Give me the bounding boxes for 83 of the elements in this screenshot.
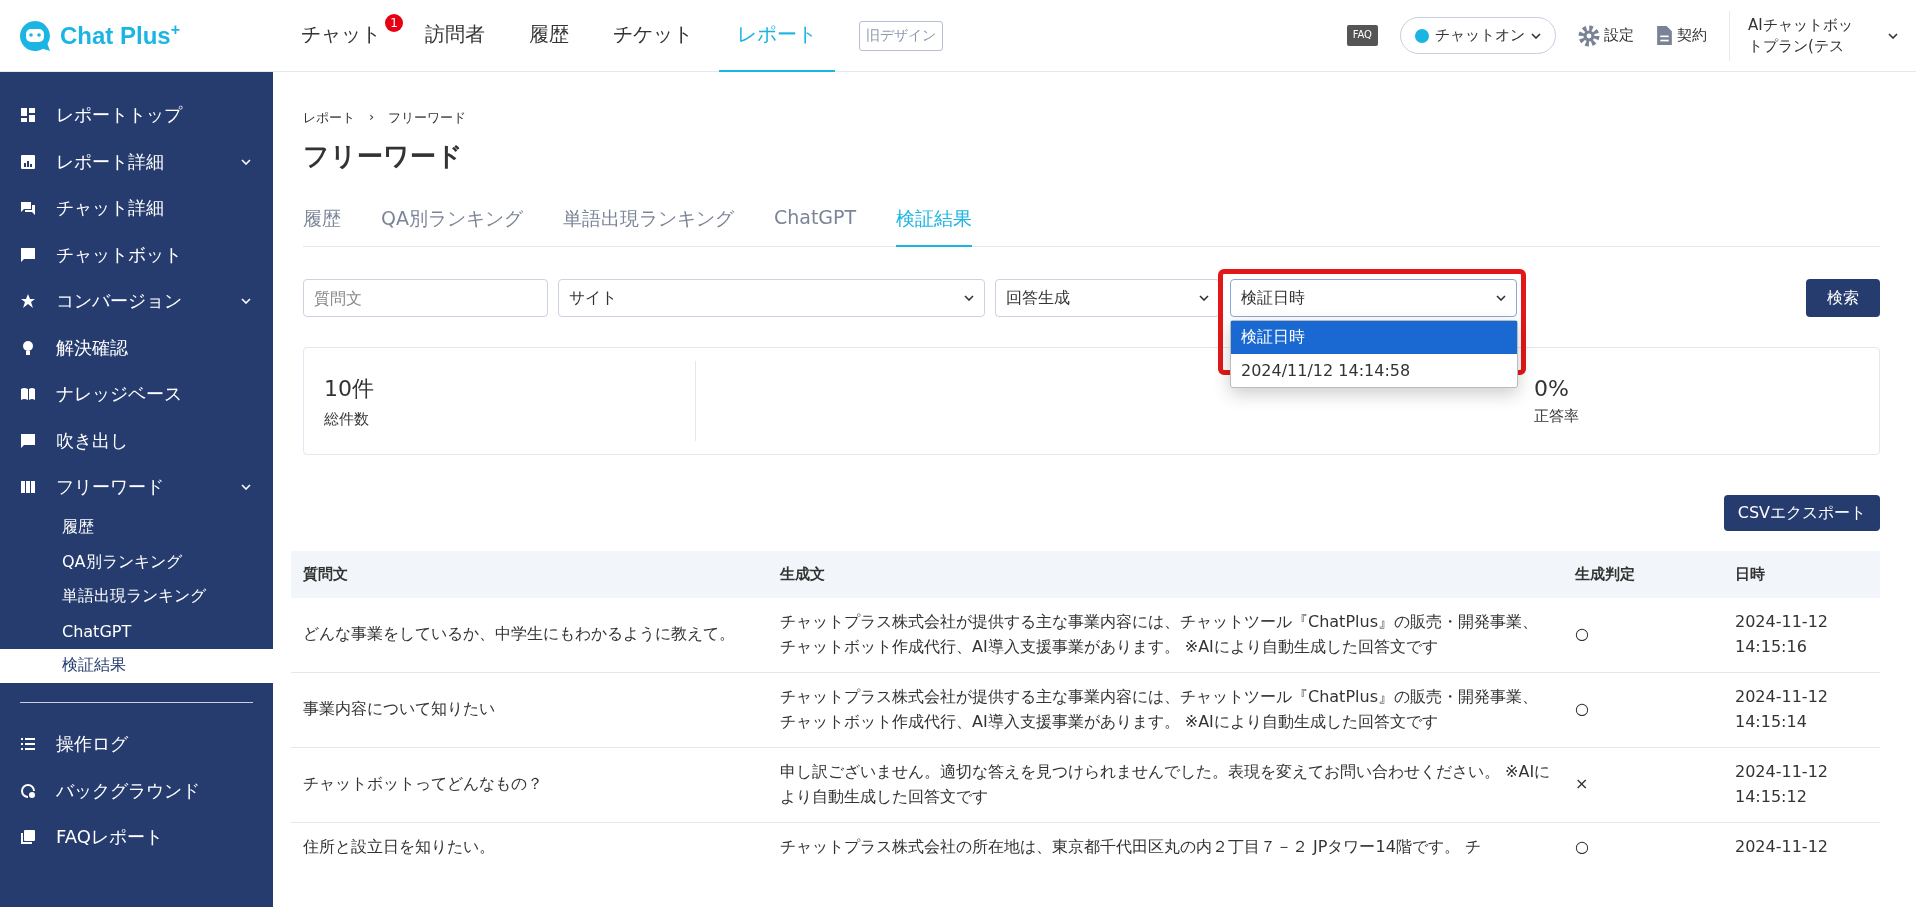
dropdown-option[interactable]: 検証日時: [1231, 321, 1517, 354]
csv-export-button[interactable]: CSVエクスポート: [1723, 495, 1880, 531]
table-cell: チャットプラス株式会社が提供する主な事業内容には、チャットツール『ChatPlus』の販売・開発事業、チャットボット作成代行、AI導入支援事業があります。 ※AIにより自動生成した回答文です: [768, 598, 1563, 673]
sidebar-item[interactable]: コンバージョン: [0, 278, 273, 325]
sidebar-item[interactable]: 解決確認: [0, 324, 273, 371]
settings-icon: [1578, 24, 1600, 47]
lightbulb-icon: [20, 339, 36, 356]
settings-button[interactable]: 設定: [1578, 24, 1634, 47]
chevron-down-icon: [1199, 295, 1209, 301]
sidebar-subitem[interactable]: ChatGPT: [0, 614, 273, 649]
search-button[interactable]: 検索: [1806, 279, 1880, 317]
table-cell: 2024-11-12 14:15:14: [1723, 672, 1880, 748]
table-cell: 2024-11-12 14:15:12: [1723, 747, 1880, 823]
select-dropdown[interactable]: サイト: [558, 279, 985, 317]
list-icon: [20, 736, 36, 753]
column-header: 生成文: [768, 551, 1563, 598]
contract-button[interactable]: 契約: [1656, 25, 1707, 46]
dashboard-icon: [20, 107, 36, 124]
table-cell: ○: [1563, 672, 1723, 748]
document-icon: [1656, 25, 1673, 46]
sidebar-subitem[interactable]: 単語出現ランキング: [0, 579, 273, 614]
tab[interactable]: 単語出現ランキング: [562, 200, 734, 247]
chevron-down-icon: [1888, 32, 1898, 39]
select-dropdown[interactable]: 検証日時: [1230, 279, 1517, 317]
table-cell-text: 2024-11-12: [1734, 835, 1829, 858]
question-input-field[interactable]: 質問文: [303, 279, 548, 317]
tab[interactable]: QA別ランキング: [381, 200, 523, 247]
sidebar-item[interactable]: レポート詳細: [0, 138, 273, 185]
sidebar-item[interactable]: チャット詳細: [0, 185, 273, 232]
logo-icon: [18, 18, 52, 53]
logo-text: Chat Plus$^{+}$: [60, 21, 181, 50]
sidebar-item[interactable]: フリーワード: [0, 464, 273, 511]
chart-icon: [20, 153, 36, 170]
star-icon: [20, 293, 36, 310]
table-cell: 事業内容について知りたい: [291, 672, 768, 748]
breadcrumb-link[interactable]: レポート: [303, 109, 355, 127]
stat-value: 0%: [1534, 376, 1570, 401]
sidebar-item[interactable]: レポートトップ: [0, 92, 273, 139]
stat-value: 10件: [324, 374, 375, 403]
stat-label: 正答率: [1534, 407, 1580, 426]
table-cell: チャットボットってどんなもの？: [291, 747, 768, 823]
sidebar-item[interactable]: バックグラウンド: [0, 767, 273, 814]
chevron-down-icon: [964, 295, 974, 301]
notification-badge: 1: [385, 13, 403, 32]
chevron-down-icon: [1496, 295, 1506, 301]
comment-icon: [20, 432, 36, 449]
chevron-down-icon: [1531, 32, 1541, 39]
page-title: フリーワード: [303, 140, 464, 173]
sidebar-subitem[interactable]: 検証結果: [0, 648, 273, 683]
sidebar-item[interactable]: 操作ログ: [0, 721, 273, 768]
tab[interactable]: ChatGPT: [773, 200, 857, 247]
sidebar-item[interactable]: ナレッジベース: [0, 371, 273, 418]
nav-tab[interactable]: 訪問者: [407, 0, 503, 72]
table-cell: チャットプラス株式会社が提供する主な事業内容には、チャットツール『ChatPlus』の販売・開発事業、チャットボット作成代行、AI導入支援事業があります。 ※AIにより自動生成した回答文です: [768, 672, 1563, 748]
faq-button[interactable]: FAQ: [1346, 25, 1378, 46]
table-cell-text: チャットプラス株式会社の所在地は、東京都千代田区丸の内２丁目７－２ JPタワー14階です。 チ: [779, 835, 1482, 858]
column-header: 質問文: [291, 551, 768, 598]
chat-bubbles-icon: [20, 200, 36, 217]
sidebar-item[interactable]: チャットボット: [0, 231, 273, 278]
account-menu[interactable]: AIチャットボットプラン(テス: [1729, 10, 1898, 61]
table-cell: 2024-11-12 14:15:16: [1723, 598, 1880, 673]
message-icon: [20, 246, 36, 263]
breadcrumb-link[interactable]: フリーワード: [388, 109, 467, 127]
table-cell: どんな事業をしているか、中学生にもわかるように教えて。: [291, 598, 768, 673]
sidebar-subitem[interactable]: 履歴: [0, 510, 273, 545]
stat-label: 総件数: [324, 409, 370, 429]
document-icon: [20, 829, 36, 846]
tab[interactable]: 履歴: [303, 200, 341, 247]
table-cell: ○: [1563, 598, 1723, 673]
nav-tab[interactable]: 履歴: [511, 0, 587, 72]
breadcrumb-separator: ›: [369, 109, 375, 126]
sidebar-item[interactable]: FAQレポート: [0, 814, 273, 861]
nav-tab[interactable]: チケット: [595, 0, 711, 72]
table-cell: ×: [1563, 747, 1723, 823]
book-icon: [20, 386, 36, 403]
table-cell: 申し訳ございません。適切な答えを見つけられませんでした。表現を変えてお問い合わせください。 ※AIにより自動生成した回答文です: [768, 747, 1563, 823]
sidebar-subitem[interactable]: QA別ランキング: [0, 545, 273, 580]
column-header: 日時: [1723, 551, 1880, 598]
sidebar-item[interactable]: 吹き出し: [0, 417, 273, 464]
table-cell-text: 住所と設立日を知りたい。: [302, 835, 496, 858]
column-header: 生成判定: [1563, 551, 1723, 598]
dropdown-option[interactable]: 2024/11/12 14:14:58: [1231, 354, 1517, 387]
table-cell-text: ○: [1574, 835, 1590, 858]
